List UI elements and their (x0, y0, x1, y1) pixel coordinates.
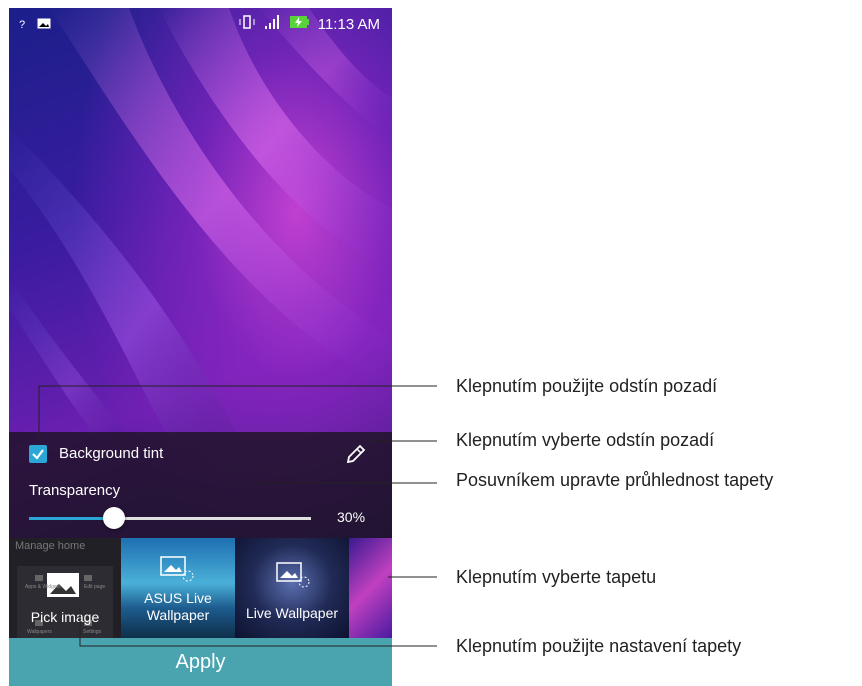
callout-select-wallpaper: Klepnutím vyberte tapetu (456, 567, 657, 587)
callout-transparency: Posuvníkem upravte průhlednost tapety (456, 470, 774, 490)
callout-apply-settings: Klepnutím použijte nastavení tapety (456, 636, 742, 656)
callout-select-tint: Klepnutím vyberte odstín pozadí (456, 430, 715, 450)
callout-lines (38, 385, 437, 647)
callout-apply-tint: Klepnutím použijte odstín pozadí (456, 376, 718, 396)
